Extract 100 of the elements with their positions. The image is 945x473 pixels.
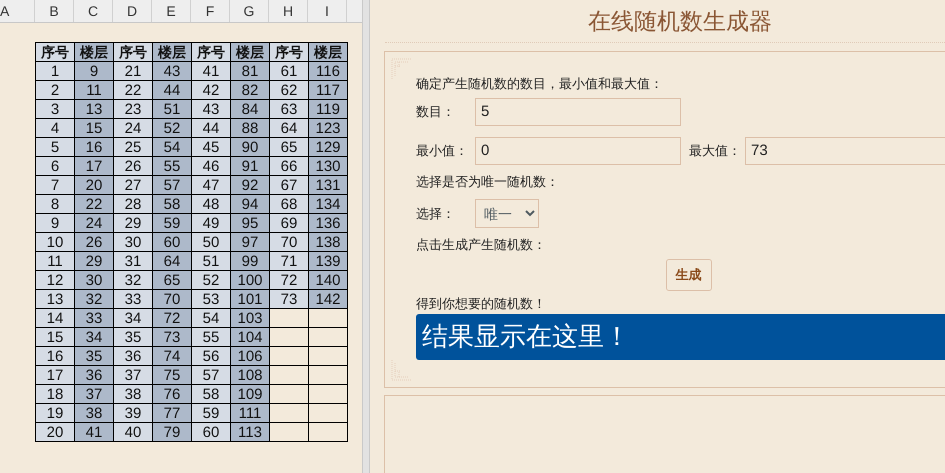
table-cell: 130 xyxy=(308,156,348,176)
table-cell: 5 xyxy=(36,138,74,156)
table-cell: 52 xyxy=(152,118,192,138)
table-cell: 72 xyxy=(270,270,308,290)
column-header[interactable]: F xyxy=(191,0,230,22)
table-cell: 60 xyxy=(192,422,230,442)
table-cell: 59 xyxy=(192,404,230,422)
table-cell: 37 xyxy=(74,384,114,404)
table-cell: 119 xyxy=(308,100,348,118)
table-cell: 54 xyxy=(152,138,192,156)
table-cell: 106 xyxy=(230,346,270,366)
column-header[interactable]: H xyxy=(269,0,308,22)
table-cell: 72 xyxy=(152,308,192,328)
column-header[interactable]: A xyxy=(0,0,35,22)
table-cell: 71 xyxy=(270,252,308,270)
table-cell: 116 xyxy=(308,62,348,80)
table-cell: 44 xyxy=(152,80,192,100)
table-cell: 17 xyxy=(36,366,74,384)
table-cell: 10 xyxy=(36,232,74,252)
table-cell: 24 xyxy=(74,214,114,232)
table-cell: 64 xyxy=(152,252,192,270)
table-cell: 23 xyxy=(114,100,152,118)
table-cell: 61 xyxy=(270,62,308,80)
table-cell: 19 xyxy=(36,404,74,422)
table-cell: 7 xyxy=(36,176,74,194)
table-cell: 59 xyxy=(152,214,192,232)
table-cell: 42 xyxy=(192,80,230,100)
field-label: 最大值： xyxy=(689,142,741,160)
table-cell: 131 xyxy=(308,176,348,194)
table-cell: 29 xyxy=(114,214,152,232)
max-input[interactable]: 73 xyxy=(745,136,945,164)
column-header[interactable]: E xyxy=(152,0,191,22)
table-cell: 8 xyxy=(36,194,74,214)
table-cell: 46 xyxy=(192,156,230,176)
table-cell: 44 xyxy=(192,118,230,138)
table-cell: 62 xyxy=(270,80,308,100)
table-cell: 30 xyxy=(74,270,114,290)
table-cell: 25 xyxy=(114,138,152,156)
page-title: 在线随机数生成器 xyxy=(385,0,945,43)
column-header[interactable]: B xyxy=(35,0,74,22)
column-header[interactable]: C xyxy=(74,0,113,22)
table-cell: 51 xyxy=(152,100,192,118)
table-cell: 103 xyxy=(230,308,270,328)
table-cell: 70 xyxy=(270,232,308,252)
table-cell: 35 xyxy=(74,346,114,366)
table-cell: 136 xyxy=(308,214,348,232)
table-cell: 65 xyxy=(270,138,308,156)
table-cell: 26 xyxy=(114,156,152,176)
table-cell: 36 xyxy=(74,366,114,384)
table-cell: 50 xyxy=(192,232,230,252)
table-cell: 45 xyxy=(192,138,230,156)
table-cell: 58 xyxy=(192,384,230,404)
table-cell: 92 xyxy=(230,176,270,194)
table-cell: 51 xyxy=(192,252,230,270)
table-cell: 138 xyxy=(308,232,348,252)
table-cell: 134 xyxy=(308,194,348,214)
unique-select[interactable]: 唯一 xyxy=(475,199,539,228)
column-header[interactable]: G xyxy=(230,0,269,22)
table-cell: 100 xyxy=(230,270,270,290)
table-cell: 73 xyxy=(270,290,308,308)
table-cell: 9 xyxy=(74,62,114,80)
table-cell: 79 xyxy=(152,422,192,442)
table-cell: 16 xyxy=(36,346,74,366)
table-cell: 64 xyxy=(270,118,308,138)
table-cell: 30 xyxy=(114,232,152,252)
table-cell: 1 xyxy=(36,62,74,80)
table-cell: 101 xyxy=(230,290,270,308)
column-header[interactable]: D xyxy=(113,0,152,22)
table-cell: 76 xyxy=(152,384,192,404)
corner-ornament-icon xyxy=(391,58,413,80)
table-cell: 70 xyxy=(152,290,192,308)
table-cell: 32 xyxy=(74,290,114,308)
table-cell: 37 xyxy=(114,366,152,384)
instruction-text: 选择是否为唯一随机数： xyxy=(416,174,560,190)
table-cell: 57 xyxy=(152,176,192,194)
table-cell: 14 xyxy=(36,308,74,328)
table-cell: 33 xyxy=(74,308,114,328)
table-cell: 84 xyxy=(230,100,270,118)
corner-ornament-icon xyxy=(391,359,413,381)
table-cell: 53 xyxy=(192,290,230,308)
table-cell: 43 xyxy=(192,100,230,118)
table-cell: 68 xyxy=(270,194,308,214)
table-cell: 90 xyxy=(230,138,270,156)
min-input[interactable]: 0 xyxy=(475,136,681,164)
table-cell: 17 xyxy=(74,156,114,176)
table-cell: 94 xyxy=(230,194,270,214)
table-cell: 6 xyxy=(36,156,74,176)
table-cell: 73 xyxy=(152,328,192,346)
count-input[interactable]: 5 xyxy=(475,98,681,126)
table-cell: 88 xyxy=(230,118,270,138)
generate-button[interactable]: 生成 xyxy=(666,259,712,290)
table-cell: 49 xyxy=(192,214,230,232)
pane-splitter[interactable] xyxy=(362,0,370,473)
table-cell: 35 xyxy=(114,328,152,346)
header-cell: 楼层 xyxy=(152,42,192,62)
table-cell: 41 xyxy=(192,62,230,80)
column-header[interactable]: I xyxy=(308,0,347,22)
table-cell: 111 xyxy=(230,404,270,422)
table-cell: 16 xyxy=(74,138,114,156)
header-cell: 序号 xyxy=(36,42,74,62)
